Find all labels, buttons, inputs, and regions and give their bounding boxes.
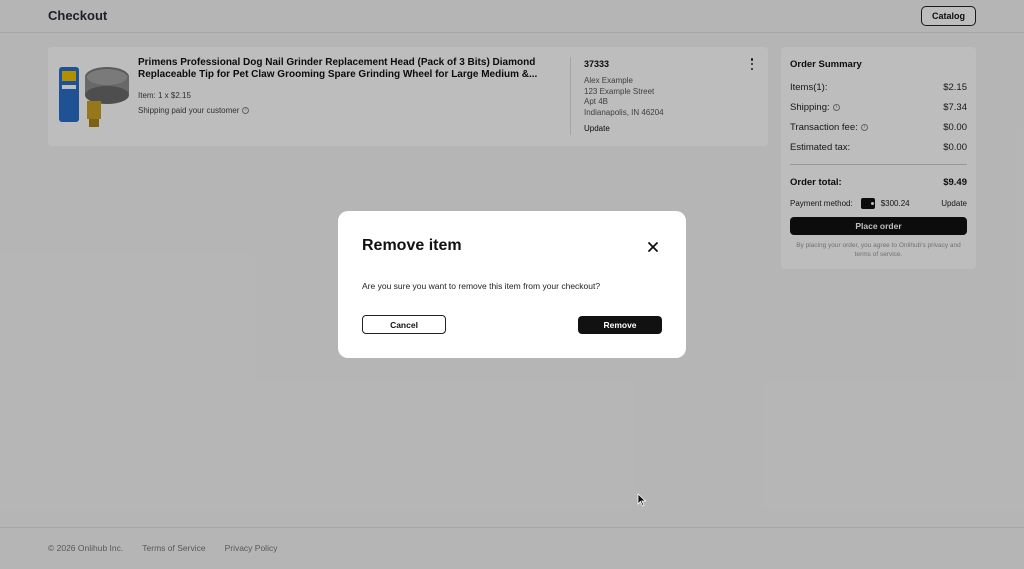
remove-item-dialog: Remove item Are you sure you want to rem…: [338, 211, 686, 358]
dialog-message: Are you sure you want to remove this ite…: [362, 281, 601, 291]
mouse-cursor-icon: [637, 493, 647, 507]
close-icon[interactable]: [645, 239, 661, 255]
cancel-button[interactable]: Cancel: [362, 315, 446, 334]
remove-button[interactable]: Remove: [578, 316, 662, 334]
dialog-title: Remove item: [362, 237, 462, 254]
